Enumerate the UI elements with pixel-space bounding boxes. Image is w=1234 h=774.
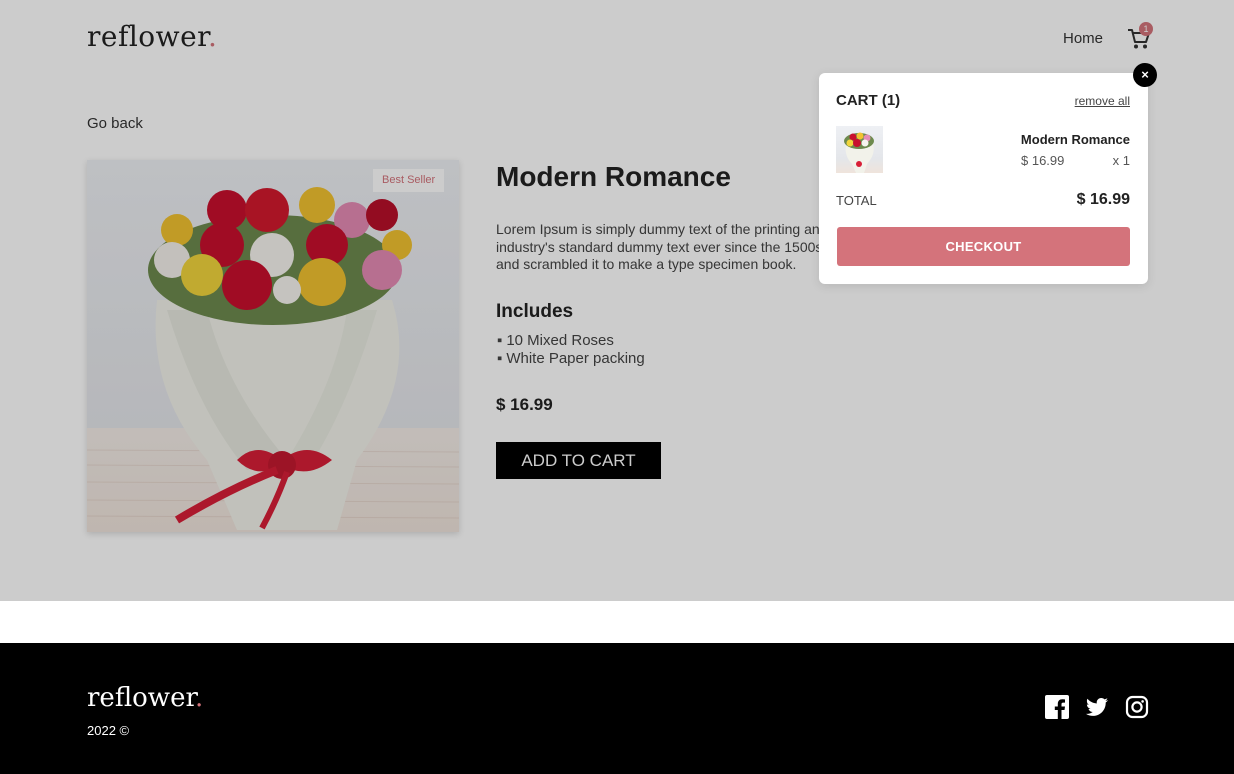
nav-home-link[interactable]: Home <box>1063 30 1103 47</box>
footer-logo-dot: . <box>195 683 204 713</box>
cart-total-value: $ 16.99 <box>1076 191 1130 208</box>
logo[interactable]: reflower. <box>87 20 217 53</box>
product-price: $ 16.99 <box>496 395 553 414</box>
cart-item-name: Modern Romance <box>1020 132 1130 147</box>
cart-total-label: TOTAL <box>836 193 877 208</box>
header: reflower. Home 1 <box>0 0 1234 80</box>
product-image <box>87 160 459 532</box>
copyright-text: 2022 © <box>87 723 130 738</box>
includes-list: 10 Mixed Roses White Paper packing <box>497 332 645 368</box>
cart-item-price: $ 16.99 <box>1021 153 1065 168</box>
add-to-cart-button[interactable]: ADD TO CART <box>496 442 661 479</box>
includes-item: White Paper packing <box>497 350 644 368</box>
close-icon[interactable]: × <box>1133 63 1157 87</box>
footer-logo[interactable]: reflower. <box>87 683 203 713</box>
cart-title: CART (1) <box>836 92 901 109</box>
facebook-icon[interactable] <box>1045 695 1069 719</box>
page-spacer <box>0 601 1234 643</box>
product-title: Modern Romance <box>496 161 731 192</box>
best-seller-badge: Best Seller <box>373 169 445 192</box>
twitter-icon[interactable] <box>1085 695 1109 719</box>
cart-count-badge: 1 <box>1139 22 1153 36</box>
cart-popup: CART (1) remove all Modern Romance $ 16.… <box>819 73 1148 284</box>
includes-item: 10 Mixed Roses <box>497 332 645 350</box>
logo-dot: . <box>207 20 218 53</box>
logo-text: reflower <box>87 20 208 53</box>
remove-all-link[interactable]: remove all <box>1075 94 1130 108</box>
instagram-icon[interactable] <box>1125 695 1149 719</box>
includes-heading: Includes <box>496 301 574 322</box>
cart-item-thumbnail <box>836 126 883 173</box>
cart-item-quantity: x 1 <box>1112 153 1130 168</box>
page: reflower. Home 1 Go back Best Seller Mod… <box>0 0 1234 774</box>
go-back-link[interactable]: Go back <box>87 115 143 132</box>
checkout-button[interactable]: CHECKOUT <box>837 227 1130 266</box>
footer: reflower. 2022 © <box>0 643 1234 774</box>
footer-logo-text: reflower <box>87 683 196 713</box>
